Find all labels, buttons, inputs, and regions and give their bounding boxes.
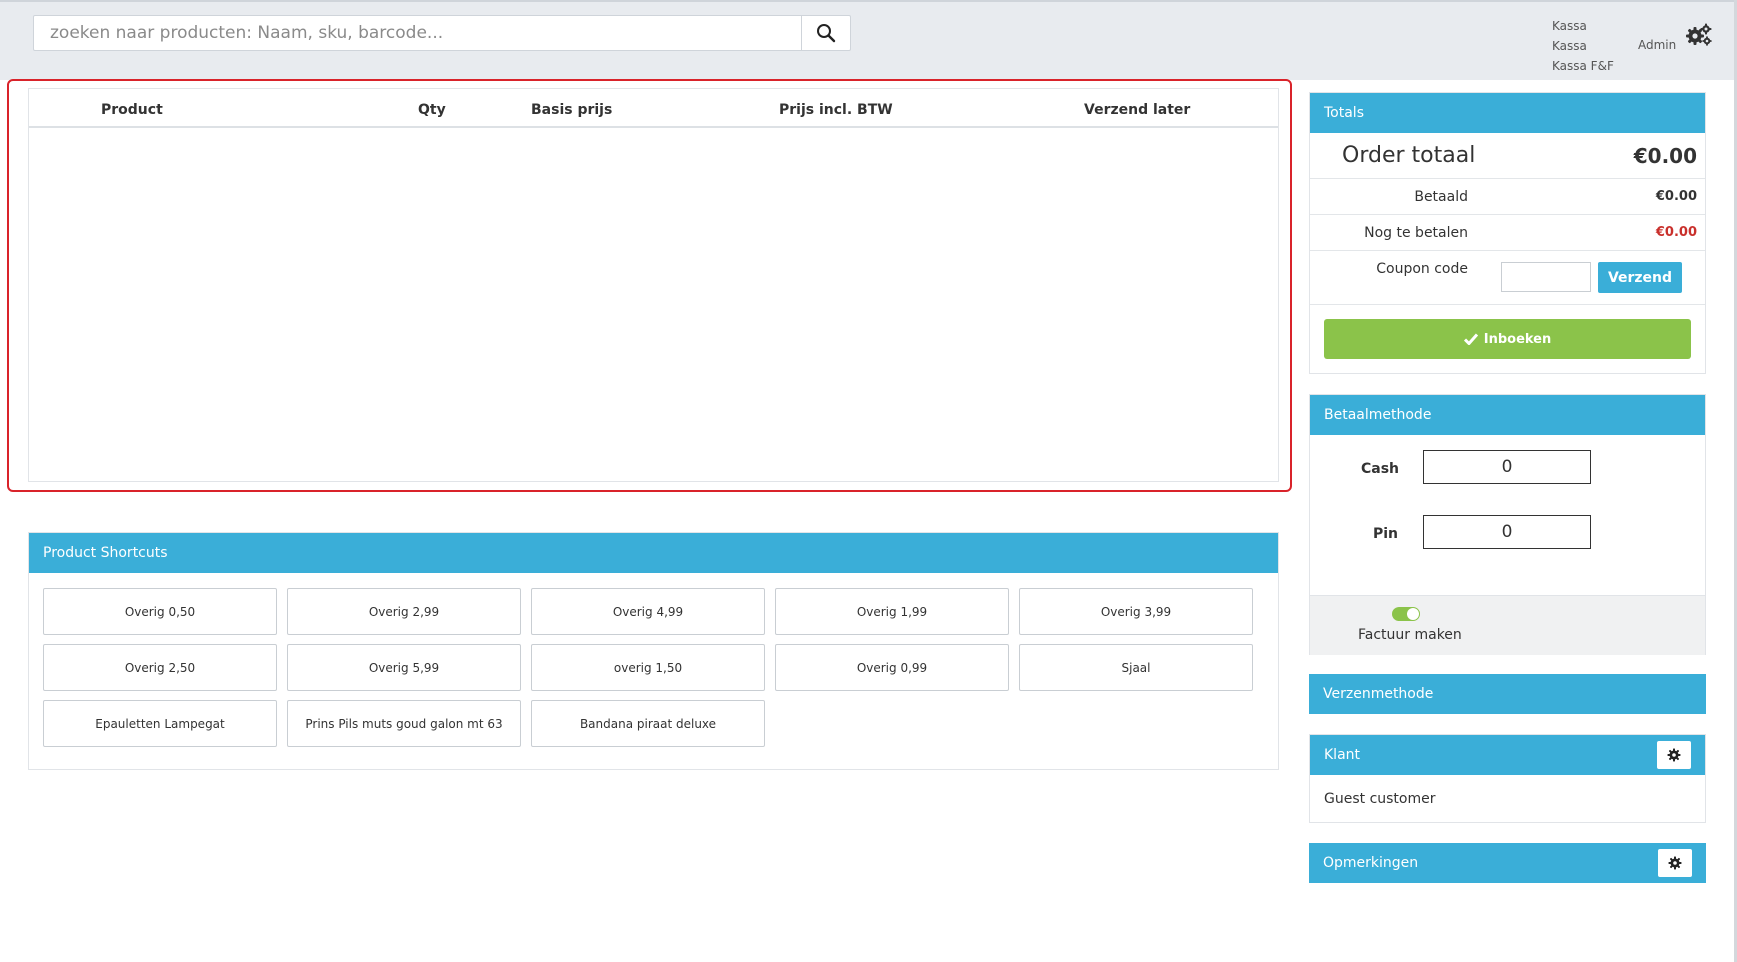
shortcut-button[interactable]: Sjaal (1019, 644, 1253, 691)
settings-gears-icon[interactable] (1685, 22, 1713, 48)
customer-panel: Klant Guest customer (1309, 734, 1706, 823)
column-qty: Qty (418, 102, 446, 118)
order-total-label: Order totaal (1342, 143, 1476, 168)
search-input[interactable] (34, 16, 804, 50)
shortcut-button[interactable]: Overig 2,50 (43, 644, 277, 691)
column-product: Product (101, 102, 163, 118)
column-price-incl-vat: Prijs incl. BTW (779, 102, 893, 118)
customer-title-text: Klant (1324, 747, 1361, 763)
store-item[interactable]: Kassa F&F (1552, 56, 1614, 76)
cart-table: Product Qty Basis prijs Prijs incl. BTW … (28, 88, 1279, 482)
shortcut-button[interactable]: Bandana piraat deluxe (531, 700, 765, 747)
shortcut-button[interactable]: Prins Pils muts goud galon mt 63 (287, 700, 521, 747)
cash-label: Cash (1361, 461, 1400, 477)
product-shortcuts-title: Product Shortcuts (29, 533, 1278, 573)
search-button[interactable] (801, 16, 850, 50)
cash-input[interactable] (1423, 450, 1591, 484)
paid-row: Betaald €0.00 (1310, 179, 1705, 215)
gear-icon (1668, 856, 1682, 870)
payment-method-title: Betaalmethode (1310, 395, 1705, 435)
due-value: €0.00 (1655, 225, 1697, 240)
shipping-method-panel[interactable]: Verzenmethode (1309, 674, 1706, 714)
due-label: Nog te betalen (1364, 225, 1468, 241)
invoice-row: Factuur maken (1310, 595, 1705, 655)
shipping-method-title: Verzenmethode (1309, 674, 1706, 714)
shortcut-button[interactable]: Overig 0,99 (775, 644, 1009, 691)
product-search (33, 15, 851, 51)
user-name[interactable]: Admin (1638, 38, 1676, 52)
payment-inputs: Cash Pin (1310, 435, 1705, 595)
invoice-label: Factuur maken (1358, 627, 1462, 643)
coupon-row: Coupon code Verzend (1310, 251, 1705, 305)
column-base-price: Basis prijs (531, 102, 613, 118)
payment-method-panel: Betaalmethode Cash Pin Factuur maken (1309, 394, 1706, 655)
shortcut-button[interactable]: Overig 5,99 (287, 644, 521, 691)
totals-title: Totals (1310, 93, 1705, 133)
customer-settings-button[interactable] (1657, 741, 1691, 769)
column-ship-later: Verzend later (1084, 102, 1191, 118)
customer-title: Klant (1310, 735, 1705, 775)
pin-label: Pin (1373, 526, 1399, 542)
totals-panel: Totals Order totaal €0.00 Betaald €0.00 … (1309, 92, 1706, 374)
shortcut-button[interactable]: Overig 2,99 (287, 588, 521, 635)
invoice-toggle[interactable] (1392, 607, 1420, 621)
book-button-label: Inboeken (1483, 331, 1552, 347)
shortcut-button[interactable]: Overig 0,50 (43, 588, 277, 635)
coupon-input[interactable] (1501, 262, 1591, 292)
shortcut-button[interactable]: Overig 1,99 (775, 588, 1009, 635)
order-total-value: €0.00 (1633, 144, 1697, 168)
store-list: Kassa Kassa Kassa F&F (1552, 16, 1614, 76)
shortcut-button[interactable]: Overig 3,99 (1019, 588, 1253, 635)
top-bar: Kassa Kassa Kassa F&F Admin (0, 0, 1737, 80)
shortcut-button[interactable]: Epauletten Lampegat (43, 700, 277, 747)
customer-name: Guest customer (1324, 791, 1436, 807)
search-icon (817, 24, 836, 43)
paid-label: Betaald (1414, 189, 1468, 205)
notes-panel: Opmerkingen (1309, 843, 1706, 883)
notes-title-text: Opmerkingen (1323, 855, 1419, 871)
toggle-knob (1407, 608, 1419, 620)
cart-table-header: Product Qty Basis prijs Prijs incl. BTW … (29, 89, 1278, 128)
coupon-label: Coupon code (1376, 261, 1468, 277)
coupon-submit-button[interactable]: Verzend (1598, 262, 1682, 293)
check-icon (1463, 333, 1478, 345)
notes-settings-button[interactable] (1658, 849, 1692, 877)
book-row: Inboeken (1310, 305, 1705, 375)
store-item[interactable]: Kassa (1552, 36, 1614, 56)
book-button[interactable]: Inboeken (1324, 319, 1691, 359)
shortcut-button[interactable]: Overig 4,99 (531, 588, 765, 635)
notes-title: Opmerkingen (1309, 843, 1706, 883)
customer-body: Guest customer (1310, 775, 1705, 823)
order-total-row: Order totaal €0.00 (1310, 133, 1705, 179)
store-item[interactable]: Kassa (1552, 16, 1614, 36)
product-shortcuts-panel: Product Shortcuts Overig 0,50 Overig 2,9… (28, 532, 1279, 770)
paid-value: €0.00 (1655, 189, 1697, 204)
due-row: Nog te betalen €0.00 (1310, 215, 1705, 251)
shortcut-button[interactable]: overig 1,50 (531, 644, 765, 691)
gear-icon (1667, 748, 1681, 762)
pin-input[interactable] (1423, 515, 1591, 549)
